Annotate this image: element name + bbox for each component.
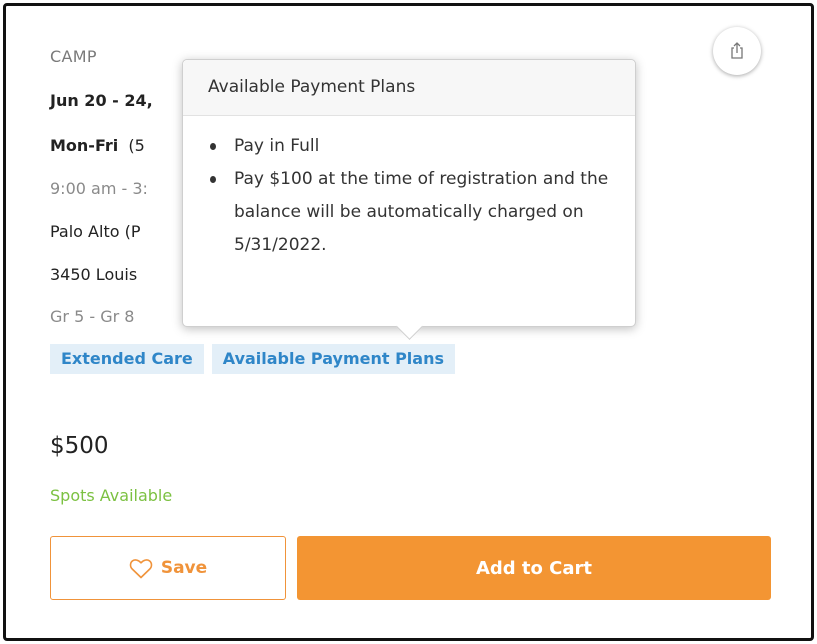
payment-plans-tag[interactable]: Available Payment Plans xyxy=(211,344,455,374)
category-label: CAMP xyxy=(50,47,97,66)
save-label: Save xyxy=(160,558,208,578)
payment-plan-item: Pay in Full xyxy=(208,130,635,163)
tag-list: Extended Care Available Payment Plans xyxy=(50,344,455,374)
heart-icon xyxy=(129,558,153,578)
time-range: 9:00 am - 3: xyxy=(50,179,148,198)
share-button[interactable] xyxy=(713,27,761,75)
grade-range: Gr 5 - Gr 8 xyxy=(50,307,135,326)
tooltip-title: Available Payment Plans xyxy=(183,60,635,116)
extended-care-tag[interactable]: Extended Care xyxy=(50,344,204,374)
date-range: Jun 20 - 24, xyxy=(50,91,153,110)
days-label: Mon-Fri xyxy=(50,136,119,155)
camp-card: CAMP Jun 20 - 24, Mon-Fri (5 9:00 am - 3… xyxy=(6,6,811,638)
window-frame: CAMP Jun 20 - 24, Mon-Fri (5 9:00 am - 3… xyxy=(3,3,814,641)
payment-plan-item: Pay $100 at the time of registration and… xyxy=(208,163,635,262)
days-count: (5 xyxy=(128,136,145,155)
price: $500 xyxy=(50,433,109,459)
payment-plan-list: Pay in Full Pay $100 at the time of regi… xyxy=(183,116,635,262)
location-address: 3450 Louis xyxy=(50,265,138,284)
payment-plans-tooltip: Available Payment Plans Pay in Full Pay … xyxy=(182,59,636,340)
share-icon xyxy=(731,42,743,59)
availability-status: Spots Available xyxy=(50,486,173,505)
days-line: Mon-Fri (5 xyxy=(50,136,145,155)
tooltip-arrow xyxy=(396,313,423,340)
save-button[interactable]: Save xyxy=(50,536,286,600)
location-name: Palo Alto (P xyxy=(50,222,141,241)
add-to-cart-button[interactable]: Add to Cart xyxy=(297,536,771,600)
